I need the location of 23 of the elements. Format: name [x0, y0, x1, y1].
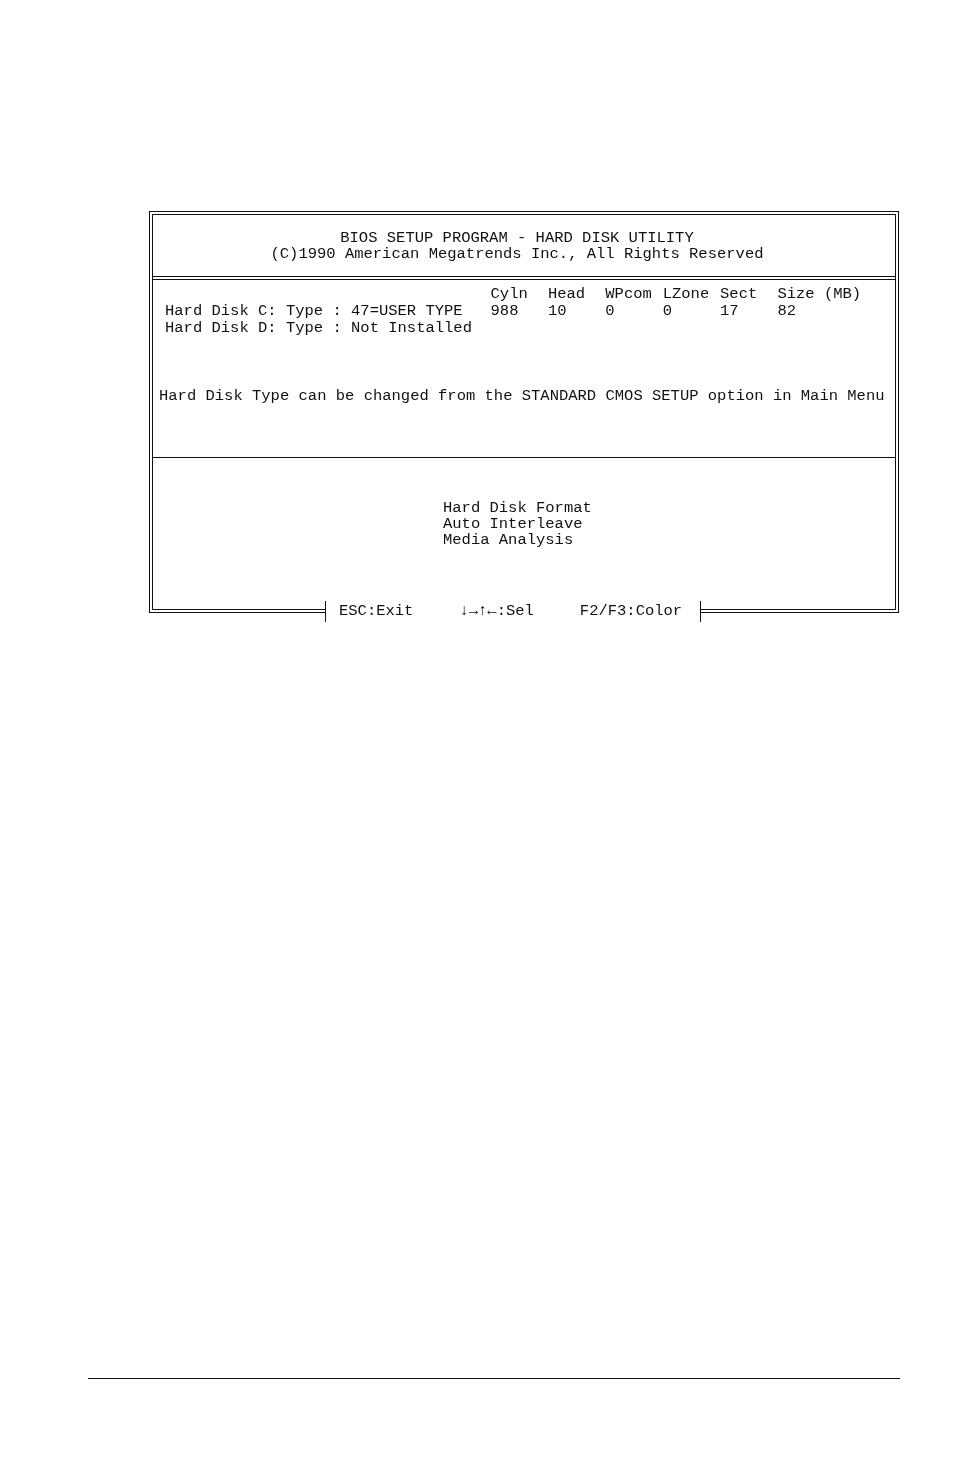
table-cell-text: 17	[720, 303, 740, 320]
table-cell-text: 0	[662, 303, 673, 320]
key-hint: F2/F3:Color	[579, 601, 683, 621]
disk-type-label: Hard Disk D: Type : Not Installed	[165, 320, 473, 337]
screen-title: BIOS SETUP PROGRAM - HARD DISK UTILITY	[340, 230, 694, 246]
column-header: Cyln	[490, 286, 529, 303]
table-cell-text: 0	[605, 303, 616, 320]
table-cell-text: 10	[547, 303, 568, 320]
menu-item[interactable]: Hard Disk Format	[443, 500, 592, 516]
column-header: Sect	[720, 286, 759, 303]
table-cell-text: 82	[777, 303, 798, 320]
disk-type-label: Hard Disk C: Type : 47=USER TYPE	[165, 303, 464, 320]
column-header: Size (MB)	[777, 286, 863, 303]
copyright-text: (C)1990 American Megatrends Inc., All Rights Reserved	[270, 246, 764, 262]
menu-item[interactable]: Auto Interleave	[443, 516, 583, 532]
key-hint: ↓→↑←:Sel	[459, 601, 534, 621]
key-hint: ESC:Exit	[339, 601, 414, 621]
menu-item[interactable]: Media Analysis	[443, 532, 574, 548]
info-message: Hard Disk Type can be changed from the STANDARD CMOS SETUP option in Main Menu	[159, 388, 886, 405]
column-header: LZone	[662, 286, 711, 303]
column-header: WPcom	[605, 286, 653, 303]
column-header: Head	[547, 286, 587, 303]
table-cell-text: 988	[490, 303, 520, 320]
